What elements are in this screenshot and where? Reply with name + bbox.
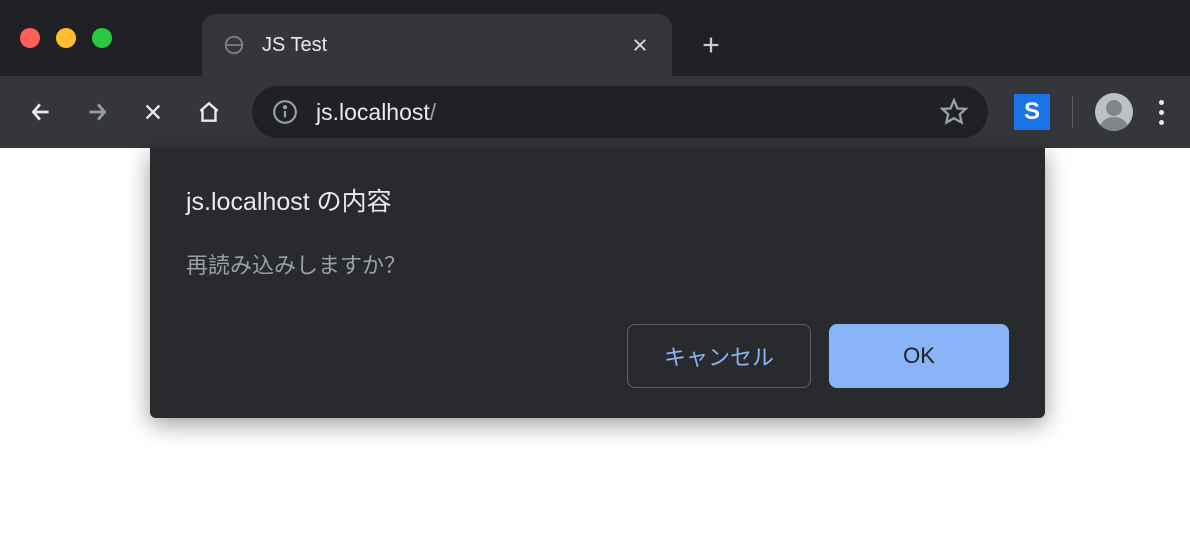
forward-button[interactable] <box>74 89 120 135</box>
bookmark-star-icon[interactable] <box>940 98 968 126</box>
window-minimize-button[interactable] <box>56 28 76 48</box>
javascript-dialog: js.localhost の内容 再読み込みしますか？ キャンセル OK <box>150 148 1045 418</box>
titlebar: JS Test <box>0 0 1190 76</box>
tab-strip: JS Test <box>202 0 722 76</box>
home-button[interactable] <box>186 89 232 135</box>
address-bar[interactable]: js.localhost/ <box>252 86 988 138</box>
ok-button[interactable]: OK <box>829 324 1009 388</box>
extension-icon[interactable]: S <box>1014 94 1050 130</box>
profile-avatar[interactable] <box>1095 93 1133 131</box>
dialog-title: js.localhost の内容 <box>186 182 1009 218</box>
url-text: js.localhost/ <box>316 99 922 126</box>
browser-tab[interactable]: JS Test <box>202 14 672 76</box>
window-controls <box>20 28 112 48</box>
back-button[interactable] <box>18 89 64 135</box>
dialog-button-row: キャンセル OK <box>186 324 1009 388</box>
stop-reload-button[interactable] <box>130 89 176 135</box>
browser-chrome: JS Test js.localhost/ <box>0 0 1190 148</box>
window-maximize-button[interactable] <box>92 28 112 48</box>
chrome-menu-button[interactable] <box>1159 100 1164 125</box>
tab-title: JS Test <box>262 34 612 57</box>
tab-close-button[interactable] <box>628 33 652 57</box>
new-tab-button[interactable] <box>700 14 722 76</box>
favicon-icon <box>222 33 246 57</box>
toolbar: js.localhost/ S <box>0 76 1190 148</box>
window-close-button[interactable] <box>20 28 40 48</box>
cancel-button[interactable]: キャンセル <box>627 324 811 388</box>
site-info-icon[interactable] <box>272 99 298 125</box>
dialog-message: 再読み込みしますか？ <box>186 248 1009 280</box>
toolbar-divider <box>1072 96 1073 128</box>
